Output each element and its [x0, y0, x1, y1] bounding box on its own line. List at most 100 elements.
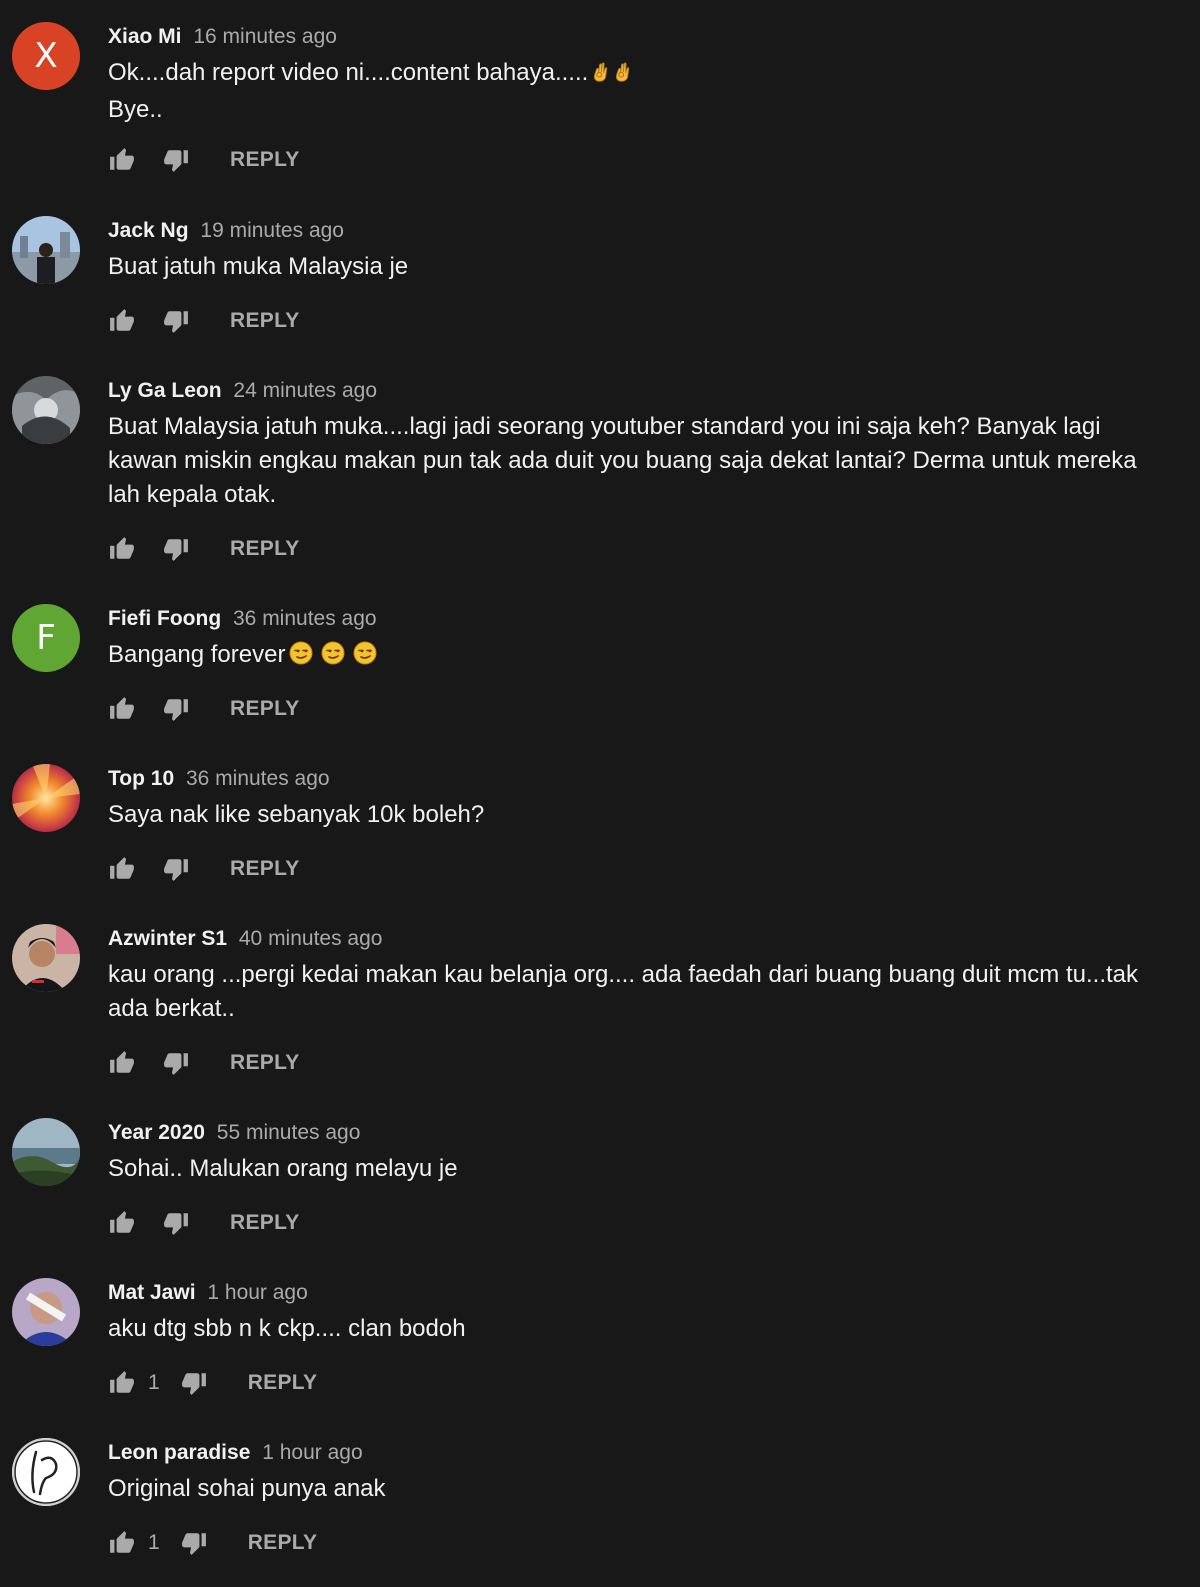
comment-toolbar: REPLY [108, 142, 300, 178]
comment-body: Year 2020 55 minutes ago Sohai.. Malukan… [108, 1118, 1168, 1186]
timestamp[interactable]: 40 minutes ago [239, 927, 383, 950]
thumbs-down-icon [163, 696, 189, 722]
comment-body: Ly Ga Leon 24 minutes ago Buat Malaysia … [108, 376, 1168, 512]
reply-button[interactable]: REPLY [230, 857, 300, 881]
reply-button[interactable]: REPLY [230, 309, 300, 333]
timestamp[interactable]: 24 minutes ago [233, 379, 377, 402]
dislike-button[interactable] [180, 1369, 208, 1397]
author-name[interactable]: Top 10 [108, 767, 174, 790]
avatar[interactable] [12, 216, 80, 284]
dislike-button[interactable] [180, 1529, 208, 1557]
dislike-button[interactable] [162, 307, 190, 335]
avatar[interactable]: F [12, 604, 80, 672]
smirk-emoji-icon [353, 641, 377, 675]
avatar[interactable] [12, 1438, 80, 1506]
comment-toolbar: REPLY [108, 691, 300, 727]
like-button[interactable] [108, 695, 136, 723]
like-button[interactable] [108, 1529, 136, 1557]
author-name[interactable]: Mat Jawi [108, 1281, 196, 1304]
avatar-letter: F [36, 618, 56, 658]
reply-button[interactable]: REPLY [230, 1051, 300, 1075]
comment-line: Buat jatuh muka Malaysia je [108, 253, 409, 280]
like-button[interactable] [108, 535, 136, 563]
comment-toolbar: REPLY [108, 531, 300, 567]
avatar[interactable] [12, 1278, 80, 1346]
avatar-photo [12, 764, 80, 832]
dislike-button[interactable] [162, 1209, 190, 1237]
comment-line: kawan miskin engkau makan pun tak ada du… [108, 447, 1137, 474]
avatar[interactable] [12, 376, 80, 444]
thumbs-up-icon [109, 308, 135, 334]
author-name[interactable]: Leon paradise [108, 1441, 250, 1464]
like-button[interactable] [108, 1049, 136, 1077]
reply-button[interactable]: REPLY [248, 1531, 318, 1555]
comments-section: X Xiao Mi 16 minutes ago Ok....dah repor… [0, 0, 1200, 1587]
timestamp[interactable]: 16 minutes ago [193, 25, 337, 48]
comment-text: aku dtg sbb n k ckp.... clan bodoh [108, 1312, 1168, 1346]
like-button[interactable] [108, 855, 136, 883]
ok-hand-emoji-icon [592, 59, 610, 93]
avatar[interactable]: X [12, 22, 80, 90]
reply-button[interactable]: REPLY [230, 537, 300, 561]
reply-button[interactable]: REPLY [230, 697, 300, 721]
thumbs-down-icon [163, 1210, 189, 1236]
timestamp[interactable]: 19 minutes ago [200, 219, 344, 242]
comment-body: Leon paradise 1 hour ago Original sohai … [108, 1438, 1168, 1506]
thumbs-up-icon [109, 696, 135, 722]
author-name[interactable]: Jack Ng [108, 219, 189, 242]
comment-header: Fiefi Foong 36 minutes ago [108, 604, 1168, 634]
timestamp[interactable]: 36 minutes ago [233, 607, 377, 630]
avatar[interactable] [12, 1118, 80, 1186]
thumbs-down-icon [163, 536, 189, 562]
comment-line: kau orang ...pergi kedai makan kau belan… [108, 961, 1138, 988]
thumbs-down-icon [163, 856, 189, 882]
like-button[interactable] [108, 1209, 136, 1237]
avatar-photo [12, 924, 80, 992]
comment-header: Year 2020 55 minutes ago [108, 1118, 1168, 1148]
thumbs-down-icon [163, 1050, 189, 1076]
dislike-button[interactable] [162, 695, 190, 723]
comment-toolbar: REPLY [108, 851, 300, 887]
thumbs-down-icon [163, 308, 189, 334]
author-name[interactable]: Ly Ga Leon [108, 379, 222, 402]
like-button[interactable] [108, 146, 136, 174]
author-name[interactable]: Xiao Mi [108, 25, 182, 48]
timestamp[interactable]: 1 hour ago [207, 1281, 307, 1304]
comment-toolbar: 1 REPLY [108, 1525, 317, 1561]
reply-button[interactable]: REPLY [230, 148, 300, 172]
thumbs-up-icon [109, 1530, 135, 1556]
avatar[interactable] [12, 924, 80, 992]
comment-body: Xiao Mi 16 minutes ago Ok....dah report … [108, 22, 1168, 127]
timestamp[interactable]: 55 minutes ago [217, 1121, 361, 1144]
thumbs-down-icon [181, 1530, 207, 1556]
thumbs-up-icon [109, 856, 135, 882]
thumbs-down-icon [181, 1370, 207, 1396]
avatar[interactable] [12, 764, 80, 832]
thumbs-up-icon [109, 1370, 135, 1396]
dislike-button[interactable] [162, 1049, 190, 1077]
like-button[interactable] [108, 307, 136, 335]
avatar-logo [14, 1440, 78, 1504]
dislike-button[interactable] [162, 146, 190, 174]
timestamp[interactable]: 36 minutes ago [186, 767, 330, 790]
thumbs-up-icon [109, 147, 135, 173]
comment-header: Leon paradise 1 hour ago [108, 1438, 1168, 1468]
like-button[interactable] [108, 1369, 136, 1397]
comment-text: kau orang ...pergi kedai makan kau belan… [108, 958, 1168, 1026]
dislike-button[interactable] [162, 535, 190, 563]
comment-line: ada berkat.. [108, 995, 235, 1022]
thumbs-down-icon [163, 147, 189, 173]
like-count: 1 [148, 1531, 160, 1554]
timestamp[interactable]: 1 hour ago [262, 1441, 362, 1464]
author-name[interactable]: Year 2020 [108, 1121, 205, 1144]
dislike-button[interactable] [162, 855, 190, 883]
comment-line: Original sohai punya anak [108, 1475, 386, 1502]
reply-button[interactable]: REPLY [248, 1371, 318, 1395]
author-name[interactable]: Fiefi Foong [108, 607, 221, 630]
reply-button[interactable]: REPLY [230, 1211, 300, 1235]
author-name[interactable]: Azwinter S1 [108, 927, 227, 950]
smirk-emoji-icon [321, 641, 345, 675]
comment-line: aku dtg sbb n k ckp.... clan bodoh [108, 1315, 466, 1342]
avatar-photo [12, 1118, 80, 1186]
comment-line: Bangang forever [108, 641, 286, 668]
